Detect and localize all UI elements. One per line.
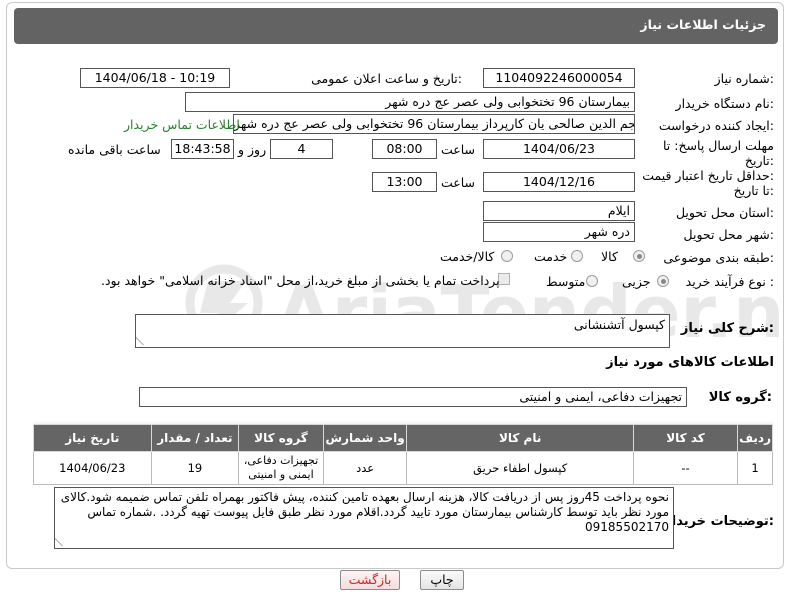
need-description-label: شرح کلی نیاز: (680, 321, 774, 336)
cell-need-date: 1404/06/23 (33, 451, 152, 485)
buyer-org-field: بیمارستان 96 تختخوابی ولی عصر عج دره شهر (185, 92, 635, 112)
reply-deadline-label-2: تاریخ: (744, 153, 774, 168)
purchase-option-minor: جزیی (622, 274, 651, 289)
panel-header: جزئیات اطلاعات نیاز (14, 8, 778, 44)
buyer-org-label: نام دستگاه خریدار: (675, 96, 774, 111)
delivery-province-label: استان محل تحویل: (675, 205, 774, 220)
validity-hour-label: ساعت (441, 175, 476, 190)
need-number-field: 1104092246000054 (483, 68, 635, 88)
panel-title: جزئیات اطلاعات نیاز (640, 17, 766, 32)
need-number-label: شماره نیاز: (714, 71, 774, 86)
table-header-row: ردیف کد کالا نام کالا واحد شمارش گروه کا… (33, 424, 773, 452)
purchase-option-medium: متوسط (546, 274, 586, 289)
category-radio-goods-service[interactable] (501, 250, 513, 262)
col-header-need-date: تاریخ نیاز (33, 424, 152, 452)
need-description-field[interactable]: کپسول آتشنشانی (135, 314, 670, 348)
requester-label: ایجاد کننده درخواست: (658, 118, 774, 133)
reply-hour-label: ساعت (441, 142, 476, 157)
reply-date-field: 1404/06/23 (483, 139, 635, 159)
cell-goods-code: -- (632, 451, 739, 485)
purchase-type-label: نوع فرآیند خرید : (685, 274, 774, 289)
province-field: ایلام (483, 201, 635, 221)
col-header-unit: واحد شمارش (322, 424, 408, 452)
time-left-field: 18:43:58 (171, 139, 234, 159)
back-button[interactable]: بازگشت (340, 570, 400, 590)
payment-note: پرداخت تمام یا بخشی از مبلغ خرید،از محل … (101, 273, 500, 288)
cell-quantity: 19 (150, 451, 240, 485)
col-header-quantity: تعداد / مقدار (150, 424, 240, 452)
day-and-label: روز و (238, 142, 267, 157)
buyer-contact-link[interactable]: اطلاعات تماس خریدار (124, 117, 240, 132)
col-header-goods-code: کد کالا (632, 424, 739, 452)
validity-date-field: 1404/12/16 (483, 172, 635, 192)
category-option-goods-service: کالا/خدمت (440, 249, 495, 264)
reply-time-field: 08:00 (372, 139, 437, 159)
buyer-notes-text: نحوه پرداخت 45روز پس از دریافت کالا، هزی… (60, 490, 669, 534)
announce-datetime-field: 1404/06/18 - 10:19 (80, 68, 230, 88)
goods-group-field: تجهیزات دفاعی، ایمنی و امنیتی (139, 387, 687, 407)
cell-unit: عدد (322, 451, 408, 485)
resize-grip-icon[interactable] (136, 337, 151, 345)
days-left-field: 4 (270, 139, 333, 159)
purchase-radio-medium[interactable] (586, 275, 598, 287)
buyer-notes-field[interactable]: نحوه پرداخت 45روز پس از دریافت کالا، هزی… (54, 487, 674, 549)
delivery-city-label: شهر محل تحویل: (683, 227, 774, 242)
hours-left-label: ساعت باقی مانده (68, 142, 161, 157)
goods-info-heading: اطلاعات کالاهای مورد نیاز (606, 355, 774, 370)
price-validity-label: حداقل تاریخ اعتبار قیمت: (642, 168, 774, 183)
col-header-goods-group: گروه کالا (238, 424, 324, 452)
category-radio-goods[interactable] (633, 250, 645, 262)
table-row[interactable]: 1 -- کپسول اطفاء حریق عدد تجهیزات دفاعی،… (33, 451, 773, 485)
goods-group-label: گروه کالا: (708, 390, 772, 405)
buyer-notes-label: توضیحات خریدار: (664, 514, 774, 529)
need-description-text: کپسول آتشنشانی (573, 317, 665, 332)
announce-datetime-label: تاریخ و ساعت اعلان عمومی: (311, 71, 462, 86)
cell-row-number: 1 (737, 451, 773, 485)
purchase-radio-minor[interactable] (657, 275, 669, 287)
col-header-goods-name: نام کالا (406, 424, 634, 452)
requester-field: نجم الدین صالحی یان کارپرداز بیمارستان 9… (233, 114, 635, 134)
cell-goods-group: تجهیزات دفاعی، ایمنی و امنیتی (238, 451, 324, 485)
validity-time-field: 13:00 (372, 172, 437, 192)
col-header-row-number: ردیف (737, 424, 773, 452)
category-radio-service[interactable] (571, 250, 583, 262)
category-label: طبقه بندی موضوعی: (663, 250, 774, 265)
category-option-goods: کالا (601, 249, 618, 264)
cell-goods-name: کپسول اطفاء حریق (406, 451, 634, 485)
print-button[interactable]: چاپ (420, 570, 464, 590)
city-field: دره شهر (483, 222, 635, 242)
reply-deadline-label: مهلت ارسال پاسخ: تا (663, 138, 774, 153)
price-validity-label-2: تا تاریخ: (733, 183, 774, 198)
category-option-service: خدمت (534, 249, 568, 264)
resize-grip-icon[interactable] (55, 538, 70, 546)
goods-table: ردیف کد کالا نام کالا واحد شمارش گروه کا… (33, 424, 773, 485)
